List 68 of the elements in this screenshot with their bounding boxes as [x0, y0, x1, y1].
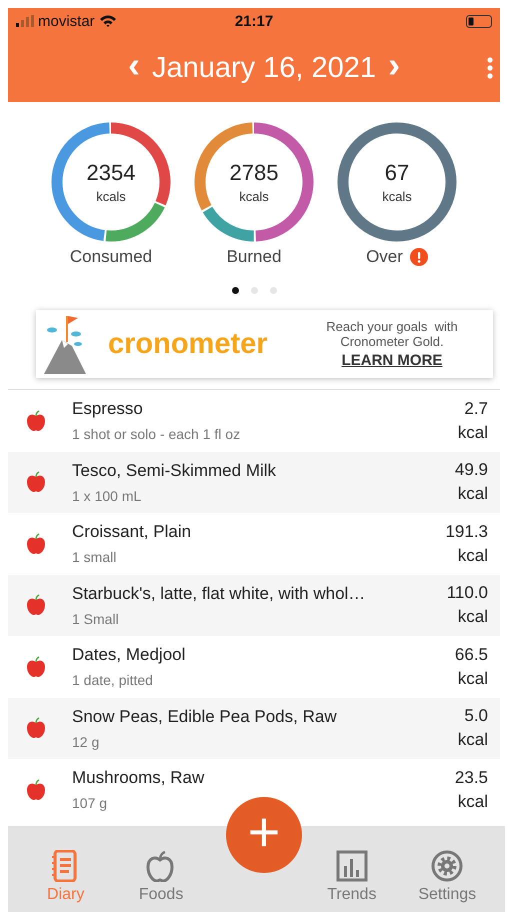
page-dot[interactable] — [250, 287, 258, 294]
ad-text: Reach your goals with Cronometer Gold. — [325, 319, 459, 349]
serving-size: 107 g — [72, 795, 108, 812]
calorie-amount: 66.5 — [454, 644, 488, 665]
food-name: Snow Peas, Edible Pea Pods, Raw — [72, 706, 338, 727]
food-row[interactable]: Espresso 1 shot or solo - each 1 fl oz 2.7 kcal — [8, 390, 500, 452]
stat-label: Consumed — [70, 247, 152, 267]
calorie-unit: kcals — [239, 189, 269, 204]
carrier-name: movistar — [38, 12, 95, 30]
signal-icon — [16, 15, 34, 27]
food-row[interactable]: Tesco, Semi-Skimmed Milk 1 x 100 mL 49.9 kcal — [8, 452, 500, 513]
calorie-value: 2354 — [86, 160, 136, 186]
calorie-unit: kcal — [458, 546, 488, 566]
apple-icon — [26, 778, 46, 801]
calorie-unit: kcal — [458, 730, 488, 750]
serving-size: 1 date, pitted — [72, 672, 154, 688]
serving-size: 1 shot or solo - each 1 fl oz — [72, 426, 242, 442]
calorie-unit: kcal — [458, 607, 488, 628]
food-row[interactable]: Snow Peas, Edible Pea Pods, Raw 12 g 5.0 kcal — [8, 698, 500, 759]
stat-label: Over — [366, 247, 403, 267]
wifi-icon — [98, 14, 117, 28]
apple-icon — [26, 717, 46, 740]
warning-icon — [410, 248, 428, 266]
calorie-amount: 49.9 — [454, 460, 488, 480]
apple-icon — [26, 471, 46, 494]
serving-size: 1 x 100 mL — [72, 488, 142, 504]
more-menu-icon[interactable] — [486, 57, 494, 79]
status-time: 21:17 — [234, 12, 274, 30]
settings-icon — [431, 850, 464, 882]
calorie-unit: kcals — [382, 189, 412, 204]
calorie-amount: 110.0 — [446, 583, 488, 604]
food-name: Croissant, Plain — [72, 522, 192, 542]
serving-size: 1 small — [72, 549, 118, 566]
food-name: Mushrooms, Raw — [72, 768, 206, 788]
battery-icon — [466, 14, 492, 28]
food-row[interactable]: Starbuck's, latte, flat white, with whol… 1 Small 110.0 kcal — [8, 574, 500, 636]
food-row[interactable]: Croissant, Plain 1 small 191.3 kcal — [8, 513, 500, 574]
apple-icon — [26, 594, 46, 616]
calorie-amount: 5.0 — [464, 706, 488, 726]
stat-label: Burned — [226, 247, 282, 267]
calorie-value: 2785 — [230, 160, 278, 186]
calorie-unit: kcals — [96, 189, 126, 204]
apple-icon — [26, 656, 46, 678]
page-dot[interactable] — [270, 287, 276, 294]
food-name: Espresso — [72, 399, 144, 420]
calorie-unit: kcal — [458, 484, 488, 504]
serving-size: 12 g — [72, 734, 100, 750]
calorie-amount: 191.3 — [445, 522, 488, 542]
learn-more-link[interactable]: LEARN MORE — [342, 352, 442, 369]
calorie-amount: 2.7 — [464, 398, 488, 419]
add-button[interactable]: + — [226, 797, 302, 873]
apple-icon — [26, 532, 46, 555]
food-name: Starbuck's, latte, flat white, with whol… — [72, 584, 366, 604]
serving-size: 1 Small — [72, 610, 120, 627]
calorie-unit: kcal — [458, 668, 488, 689]
cronometer-logo: cronometer — [108, 328, 269, 360]
apple-icon — [26, 410, 46, 432]
food-row[interactable]: Dates, Medjool 1 date, pitted 66.5 kcal — [8, 636, 500, 698]
date-title: January 16, 2021 — [152, 52, 376, 84]
food-name: Tesco, Semi-Skimmed Milk — [72, 460, 278, 481]
food-name: Dates, Medjool — [72, 645, 186, 666]
calorie-amount: 23.5 — [454, 768, 488, 788]
bar-chart-icon — [336, 850, 368, 882]
page-dot[interactable] — [232, 287, 238, 294]
calorie-value: 67 — [384, 160, 410, 186]
calorie-unit: kcal — [458, 792, 488, 812]
ad-banner[interactable]: cronometer Reach your goals with Cronometer Gold. LEARN MORE — [36, 310, 493, 378]
calorie-unit: kcal — [458, 422, 488, 443]
